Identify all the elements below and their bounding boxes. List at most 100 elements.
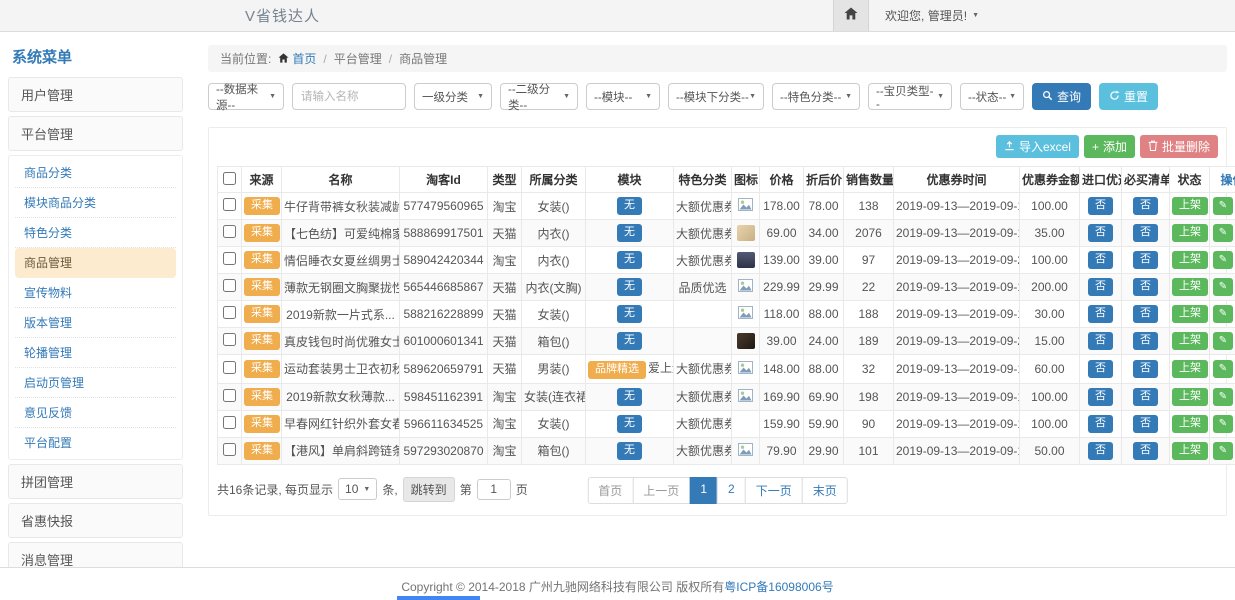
sidebar-item-module-goods-category[interactable]: 模块商品分类 (15, 188, 176, 218)
must-buy-badge[interactable]: 否 (1133, 415, 1158, 433)
module-select[interactable]: --模块--▼ (586, 83, 660, 110)
import-excel-button[interactable]: 导入excel (996, 135, 1079, 158)
import-choice-badge[interactable]: 否 (1088, 332, 1113, 350)
sidebar-item-goods-category[interactable]: 商品分类 (15, 158, 176, 188)
row-checkbox[interactable] (223, 416, 236, 429)
page-first-button[interactable]: 首页 (587, 477, 633, 504)
sidebar-item-goods-manage[interactable]: 商品管理 (15, 248, 176, 278)
status-badge[interactable]: 上架 (1172, 415, 1208, 433)
sidebar-item-platform-manage[interactable]: 平台管理 (8, 116, 183, 151)
edit-button[interactable]: ✎ (1213, 278, 1233, 296)
row-checkbox[interactable] (223, 443, 236, 456)
row-checkbox[interactable] (223, 333, 236, 346)
row-checkbox[interactable] (223, 279, 236, 292)
edit-button[interactable]: ✎ (1213, 388, 1233, 406)
level1-category-select[interactable]: 一级分类▼ (414, 83, 492, 110)
item-type-select[interactable]: --宝贝类型--▼ (868, 83, 952, 110)
page-1-button[interactable]: 1 (689, 477, 718, 504)
status-badge[interactable]: 上架 (1172, 388, 1208, 406)
per-page-select[interactable]: 10 ▼ (338, 478, 377, 500)
status-badge[interactable]: 上架 (1172, 251, 1208, 269)
sidebar-item-message-manage[interactable]: 消息管理 (8, 542, 183, 567)
page-next-button[interactable]: 下一页 (745, 477, 803, 504)
must-buy-badge[interactable]: 否 (1133, 442, 1158, 460)
edit-button[interactable]: ✎ (1213, 442, 1233, 460)
page-last-button[interactable]: 末页 (802, 477, 848, 504)
module-sub-category-select[interactable]: --模块下分类--▼ (668, 83, 764, 110)
edit-button[interactable]: ✎ (1213, 332, 1233, 350)
select-all-checkbox[interactable] (223, 172, 236, 185)
pagination: 首页 上一页 1 2 下一页 末页 (587, 477, 847, 504)
row-checkbox[interactable] (223, 198, 236, 211)
import-choice-badge[interactable]: 否 (1088, 442, 1113, 460)
import-choice-badge[interactable]: 否 (1088, 197, 1113, 215)
special-category-select[interactable]: --特色分类--▼ (772, 83, 860, 110)
sidebar-item-feedback[interactable]: 意见反馈 (15, 398, 176, 428)
must-buy-badge[interactable]: 否 (1133, 388, 1158, 406)
import-choice-badge[interactable]: 否 (1088, 224, 1113, 242)
status-badge[interactable]: 上架 (1172, 224, 1208, 242)
cell-source: 采集 (242, 328, 282, 355)
status-badge[interactable]: 上架 (1172, 305, 1208, 323)
cell-coupon-time: 2019-09-13—2019-09-18 (894, 220, 1020, 247)
import-choice-badge[interactable]: 否 (1088, 251, 1113, 269)
edit-button[interactable]: ✎ (1213, 415, 1233, 433)
row-checkbox[interactable] (223, 252, 236, 265)
status-badge[interactable]: 上架 (1172, 360, 1208, 378)
status-select[interactable]: --状态--▼ (960, 83, 1024, 110)
status-badge[interactable]: 上架 (1172, 442, 1208, 460)
row-checkbox[interactable] (223, 389, 236, 402)
jump-page-input[interactable] (477, 479, 511, 500)
sidebar-item-carousel-manage[interactable]: 轮播管理 (15, 338, 176, 368)
edit-button[interactable]: ✎ (1213, 224, 1233, 242)
edit-button[interactable]: ✎ (1213, 360, 1233, 378)
breadcrumb-home-link[interactable]: 首页 (278, 50, 316, 67)
import-choice-badge[interactable]: 否 (1088, 360, 1113, 378)
edit-button[interactable]: ✎ (1213, 197, 1233, 215)
home-button[interactable] (833, 0, 869, 31)
sidebar-item-groupbuy-manage[interactable]: 拼团管理 (8, 464, 183, 499)
data-source-select[interactable]: --数据来源--▼ (208, 83, 284, 110)
sidebar-item-saving-express[interactable]: 省惠快报 (8, 503, 183, 538)
icp-link[interactable]: 粤ICP备16098006号 (724, 580, 833, 594)
source-badge: 采集 (244, 278, 280, 296)
level2-category-select[interactable]: --二级分类--▼ (500, 83, 578, 110)
name-search-input[interactable] (292, 83, 406, 110)
sidebar-item-platform-config[interactable]: 平台配置 (15, 428, 176, 457)
page-prev-button[interactable]: 上一页 (632, 477, 690, 504)
must-buy-badge[interactable]: 否 (1133, 332, 1158, 350)
sidebar-item-splash-manage[interactable]: 启动页管理 (15, 368, 176, 398)
status-badge[interactable]: 上架 (1172, 332, 1208, 350)
source-badge: 采集 (244, 197, 280, 215)
add-button[interactable]: + 添加 (1084, 135, 1135, 158)
must-buy-badge[interactable]: 否 (1133, 360, 1158, 378)
batch-delete-button[interactable]: 批量删除 (1140, 135, 1218, 158)
jump-button[interactable]: 跳转到 (403, 477, 455, 502)
sidebar-item-special-category[interactable]: 特色分类 (15, 218, 176, 248)
row-checkbox[interactable] (223, 361, 236, 374)
module-badge: 无 (617, 388, 642, 406)
must-buy-badge[interactable]: 否 (1133, 305, 1158, 323)
sidebar-item-user-manage[interactable]: 用户管理 (8, 77, 183, 112)
cell-category: 内衣() (522, 220, 586, 247)
sidebar-item-version-manage[interactable]: 版本管理 (15, 308, 176, 338)
user-menu[interactable]: 欢迎您, 管理员! ▼ (869, 7, 995, 24)
reset-button[interactable]: 重置 (1099, 83, 1158, 110)
must-buy-badge[interactable]: 否 (1133, 251, 1158, 269)
row-checkbox[interactable] (223, 225, 236, 238)
must-buy-badge[interactable]: 否 (1133, 224, 1158, 242)
must-buy-badge[interactable]: 否 (1133, 278, 1158, 296)
status-badge[interactable]: 上架 (1172, 278, 1208, 296)
sidebar-item-promo-material[interactable]: 宣传物料 (15, 278, 176, 308)
search-button[interactable]: 查询 (1032, 83, 1091, 110)
row-checkbox[interactable] (223, 306, 236, 319)
must-buy-badge[interactable]: 否 (1133, 197, 1158, 215)
page-2-button[interactable]: 2 (717, 477, 746, 504)
import-choice-badge[interactable]: 否 (1088, 388, 1113, 406)
import-choice-badge[interactable]: 否 (1088, 305, 1113, 323)
import-choice-badge[interactable]: 否 (1088, 415, 1113, 433)
status-badge[interactable]: 上架 (1172, 197, 1208, 215)
import-choice-badge[interactable]: 否 (1088, 278, 1113, 296)
edit-button[interactable]: ✎ (1213, 305, 1233, 323)
edit-button[interactable]: ✎ (1213, 251, 1233, 269)
